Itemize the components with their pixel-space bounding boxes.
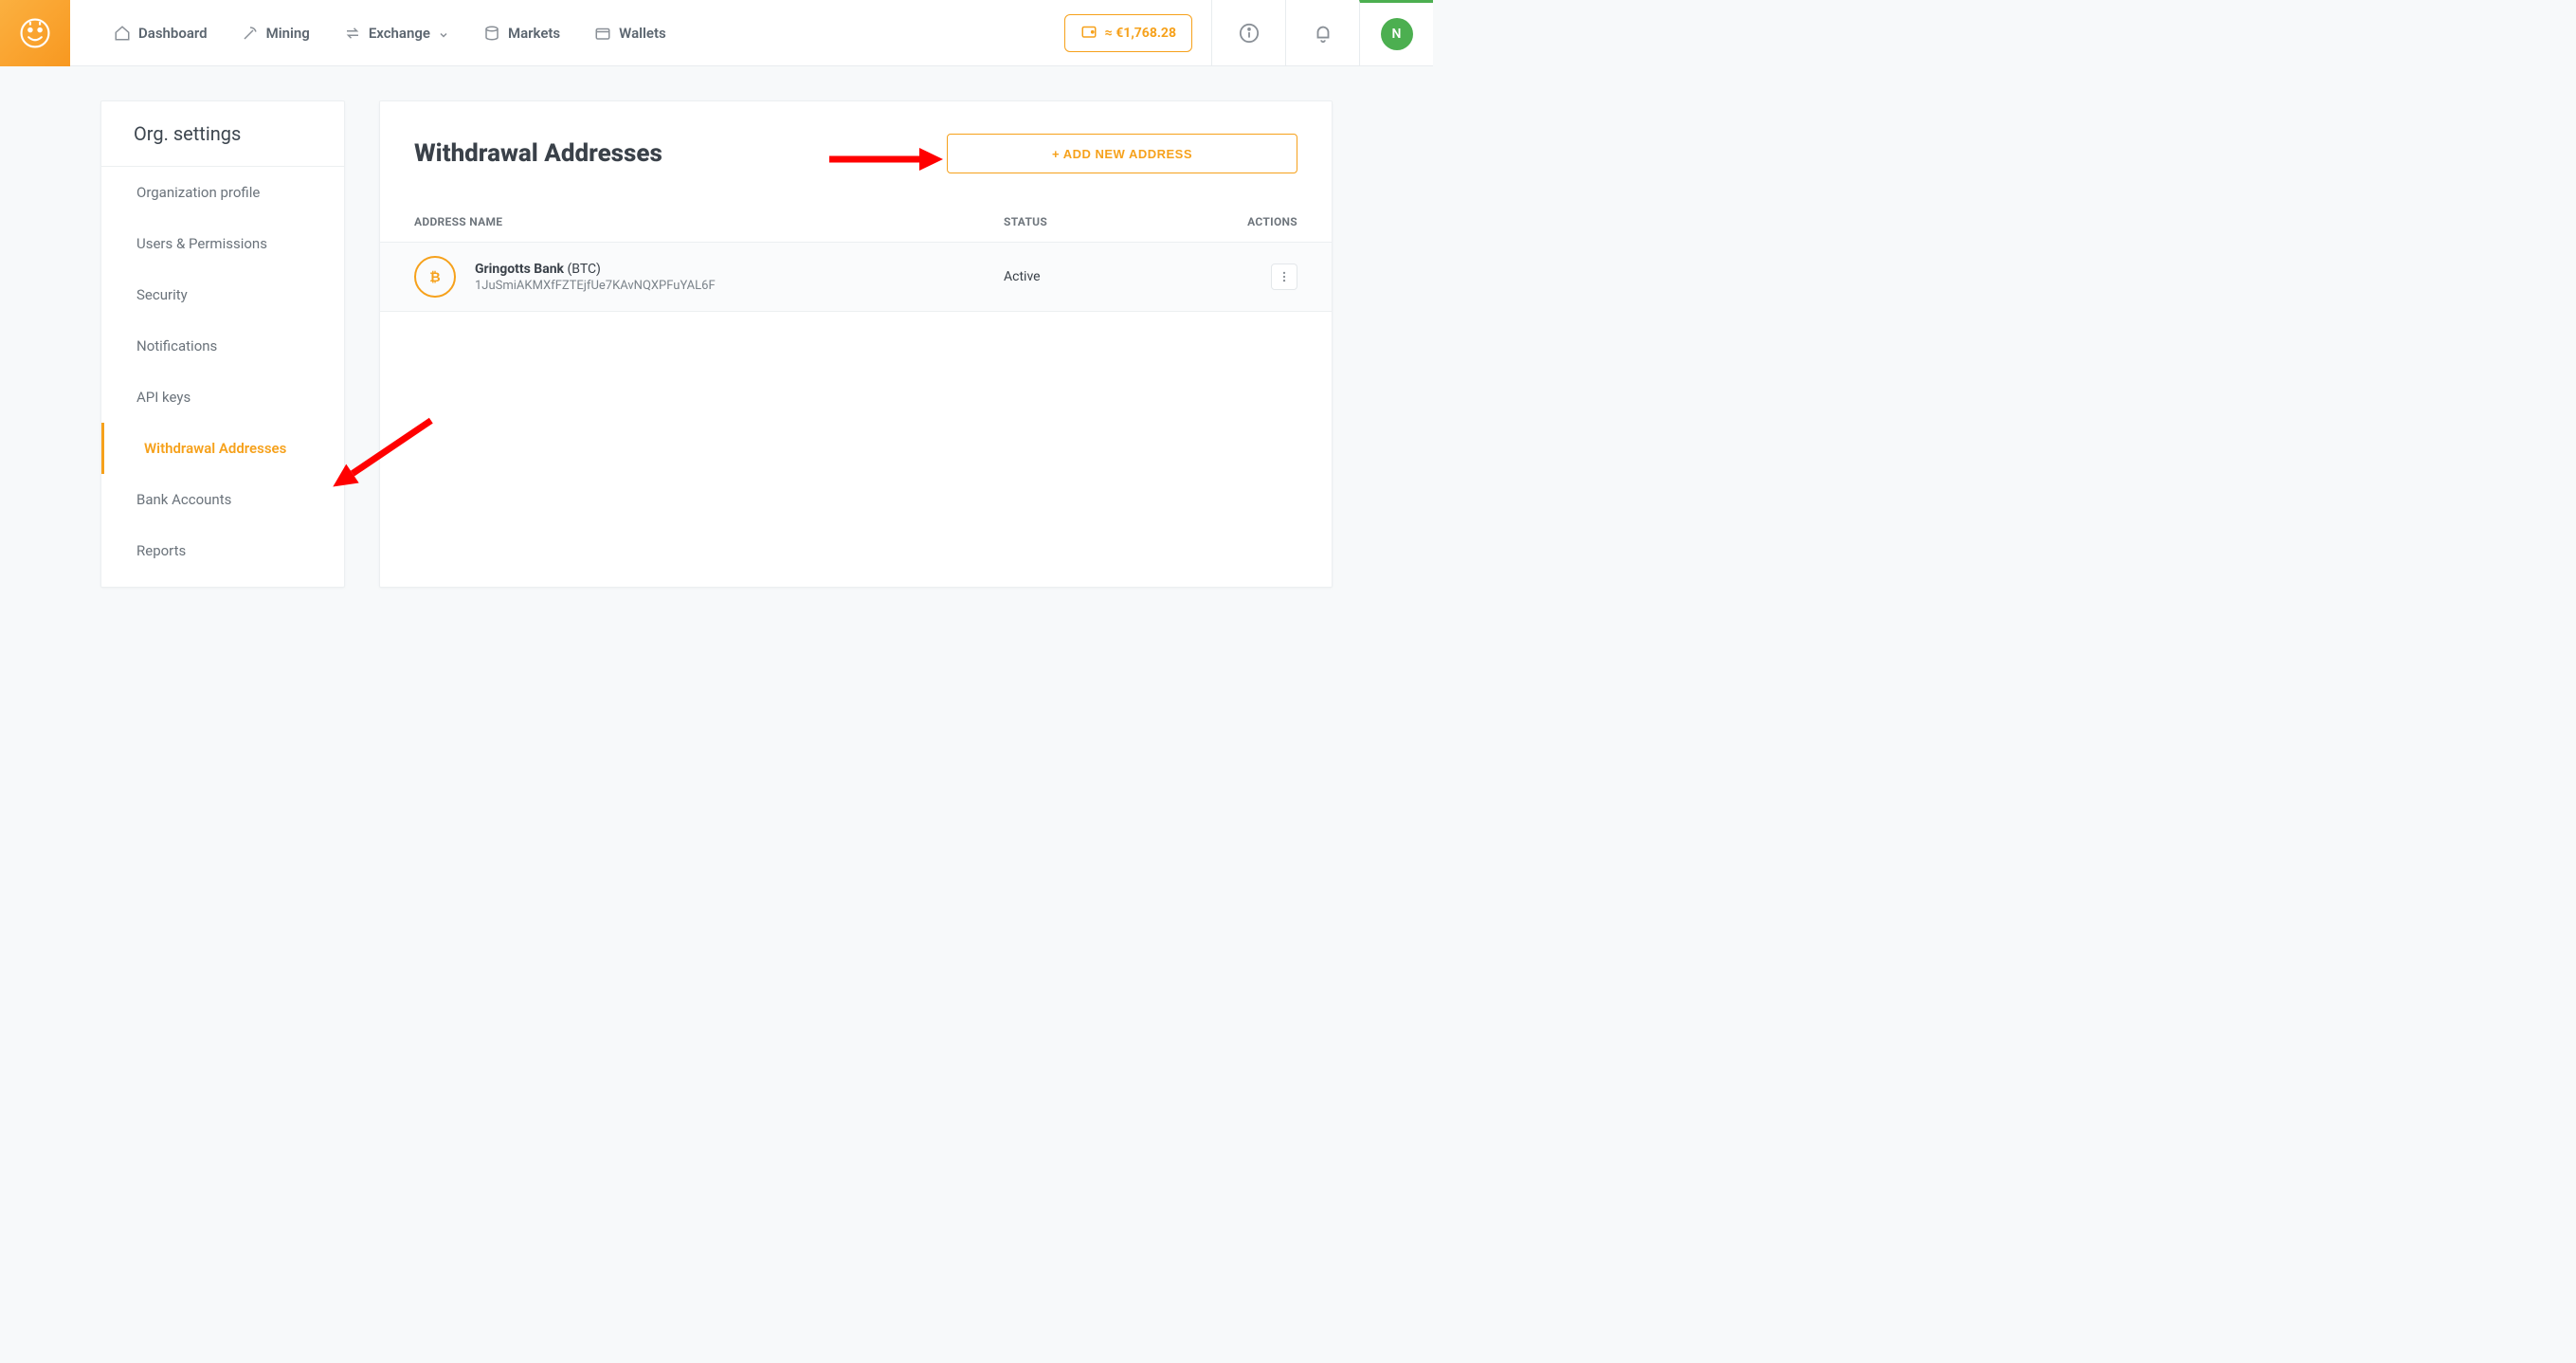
sidebar-item-reports[interactable]: Reports	[101, 525, 344, 576]
add-new-address-button[interactable]: + ADD NEW ADDRESS	[947, 134, 1297, 173]
info-button[interactable]	[1211, 0, 1285, 65]
sidebar-item-label: Reports	[136, 542, 186, 559]
sidebar-item-org-profile[interactable]: Organization profile	[101, 167, 344, 218]
logo[interactable]	[0, 0, 70, 66]
main-panel: Withdrawal Addresses + ADD NEW ADDRESS A…	[379, 100, 1333, 588]
nav-mining[interactable]: Mining	[227, 15, 325, 51]
column-header-name: ADDRESS NAME	[414, 215, 1004, 228]
info-icon	[1239, 23, 1260, 44]
sidebar-item-api-keys[interactable]: API keys	[101, 372, 344, 423]
sidebar-title: Org. settings	[101, 101, 344, 167]
home-icon	[114, 25, 131, 42]
notifications-button[interactable]	[1285, 0, 1359, 65]
settings-sidebar: Org. settings Organization profile Users…	[100, 100, 345, 588]
pickaxe-icon	[242, 25, 259, 42]
column-header-actions: ACTIONS	[1212, 215, 1297, 228]
nav-dashboard[interactable]: Dashboard	[99, 15, 223, 51]
table-header: ADDRESS NAME STATUS ACTIONS	[380, 192, 1332, 243]
address-currency: (BTC)	[568, 262, 601, 277]
main-header: Withdrawal Addresses + ADD NEW ADDRESS	[380, 101, 1332, 192]
more-actions-button[interactable]	[1271, 264, 1297, 290]
sidebar-item-label: API keys	[136, 389, 190, 406]
sidebar-item-security[interactable]: Security	[101, 269, 344, 320]
content-area: Org. settings Organization profile Users…	[0, 66, 1433, 622]
top-navigation: Dashboard Mining Exchange Markets	[0, 0, 1433, 66]
column-header-status: STATUS	[1004, 215, 1212, 228]
nav-label: Wallets	[619, 25, 666, 42]
coin-symbol: ₿	[429, 269, 440, 285]
nav-exchange[interactable]: Exchange	[329, 15, 464, 51]
sidebar-item-users-permissions[interactable]: Users & Permissions	[101, 218, 344, 269]
sidebar-item-label: Users & Permissions	[136, 235, 267, 252]
balance-button[interactable]: ≈ €1,768.28	[1064, 14, 1192, 52]
nav-wallets[interactable]: Wallets	[579, 15, 681, 51]
address-value: 1JuSmiAKMXfFZTEjfUe7KAvNQXPFuYAL6F	[475, 279, 1004, 293]
address-name: Gringotts Bank	[475, 262, 564, 277]
nav-items: Dashboard Mining Exchange Markets	[70, 0, 681, 65]
nav-label: Mining	[266, 25, 310, 42]
sidebar-item-bank-accounts[interactable]: Bank Accounts	[101, 474, 344, 525]
bell-icon	[1313, 23, 1333, 44]
sidebar-item-label: Notifications	[136, 337, 217, 354]
wallet-icon	[594, 25, 611, 42]
markets-icon	[483, 25, 500, 42]
wallet-icon	[1080, 23, 1098, 44]
dots-vertical-icon	[1278, 270, 1291, 283]
row-actions	[1212, 264, 1297, 290]
sidebar-item-withdrawal-addresses[interactable]: Withdrawal Addresses	[101, 423, 344, 474]
logo-icon	[19, 17, 51, 49]
sidebar-item-label: Withdrawal Addresses	[144, 440, 286, 457]
sidebar-item-label: Security	[136, 286, 188, 303]
address-status: Active	[1004, 269, 1212, 284]
avatar-initial: N	[1392, 27, 1402, 42]
table-row: ₿ Gringotts Bank (BTC) 1JuSmiAKMXfFZTEjf…	[380, 243, 1332, 312]
balance-value: ≈ €1,768.28	[1105, 26, 1176, 41]
address-name-block: Gringotts Bank (BTC) 1JuSmiAKMXfFZTEjfUe…	[475, 262, 1004, 293]
nav-label: Markets	[508, 25, 560, 42]
sidebar-item-label: Organization profile	[136, 184, 260, 201]
exchange-icon	[344, 25, 361, 42]
page-title: Withdrawal Addresses	[414, 139, 662, 168]
nav-markets[interactable]: Markets	[468, 15, 575, 51]
sidebar-item-label: Bank Accounts	[136, 491, 231, 508]
address-name-line: Gringotts Bank (BTC)	[475, 262, 1004, 277]
bitcoin-icon: ₿	[414, 256, 456, 298]
sidebar-item-notifications[interactable]: Notifications	[101, 320, 344, 372]
account-menu[interactable]: N	[1359, 0, 1433, 65]
nav-label: Exchange	[369, 25, 430, 42]
chevron-down-icon	[438, 27, 449, 39]
nav-label: Dashboard	[138, 25, 208, 42]
avatar[interactable]: N	[1381, 18, 1413, 50]
